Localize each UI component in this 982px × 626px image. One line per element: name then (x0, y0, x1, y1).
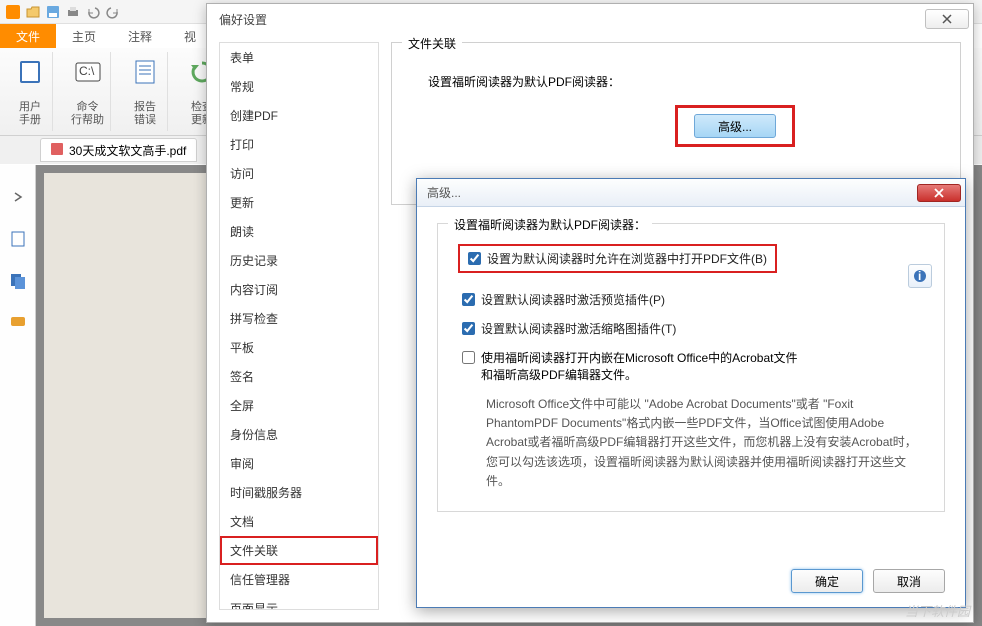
prefs-category-item[interactable]: 文档 (220, 507, 378, 536)
ribbon-cmdhelp[interactable]: C:\ 命令 行帮助 (65, 52, 111, 131)
info-button[interactable]: i (908, 264, 932, 288)
tab-home[interactable]: 主页 (56, 24, 112, 48)
office-embed-checkbox[interactable] (462, 351, 475, 364)
prefs-category-item[interactable]: 信任管理器 (220, 565, 378, 594)
cancel-button[interactable]: 取消 (873, 569, 945, 593)
advanced-title-text: 高级... (427, 184, 461, 201)
report-icon (129, 56, 161, 88)
prefs-category-item[interactable]: 拼写检查 (220, 304, 378, 333)
watermark: 当下软件园 (905, 601, 970, 620)
advanced-button[interactable]: 高级... (694, 114, 776, 138)
prefs-category-item[interactable]: 访问 (220, 159, 378, 188)
close-button[interactable] (925, 9, 969, 29)
bookmark-icon[interactable] (6, 227, 30, 251)
pdf-icon (51, 143, 63, 158)
ribbon-label: 报告 错误 (134, 101, 156, 127)
tab-file[interactable]: 文件 (0, 24, 56, 48)
ribbon-label: 命令 行帮助 (71, 101, 104, 127)
undo-icon[interactable] (84, 3, 102, 21)
ribbon-manual[interactable]: 用户 手册 (8, 52, 53, 131)
print-icon[interactable] (64, 3, 82, 21)
document-tab-label: 30天成文软文高手.pdf (69, 142, 186, 159)
prefs-category-item[interactable]: 页面显示 (220, 594, 378, 610)
advanced-dialog: 高级... 设置福昕阅读器为默认PDF阅读器： i 设置为默认阅读器时允许在浏览… (416, 178, 966, 608)
redo-icon[interactable] (104, 3, 122, 21)
checkbox-label: 设置默认阅读器时激活预览插件(P) (481, 291, 665, 308)
description-text: Microsoft Office文件中可能以 "Adobe Acrobat Do… (486, 395, 928, 491)
pages-icon[interactable] (6, 269, 30, 293)
document-tab[interactable]: 30天成文软文高手.pdf (40, 138, 197, 162)
checkbox-label: 使用福昕阅读器打开内嵌在Microsoft Office中的Acrobat文件 … (481, 349, 798, 383)
prefs-category-item[interactable]: 创建PDF (220, 101, 378, 130)
browser-open-checkbox[interactable] (468, 252, 481, 265)
prefs-category-item[interactable]: 常规 (220, 72, 378, 101)
open-icon[interactable] (24, 3, 42, 21)
preview-plugin-row: 设置默认阅读器时激活预览插件(P) (462, 291, 928, 308)
prefs-category-item[interactable]: 文件关联 (220, 536, 378, 565)
prefs-category-item[interactable]: 朗读 (220, 217, 378, 246)
left-sidebar (0, 165, 36, 626)
ok-button[interactable]: 确定 (791, 569, 863, 593)
browser-open-row: 设置为默认阅读器时允许在浏览器中打开PDF文件(B) (462, 248, 773, 269)
checkbox-label: 设置默认阅读器时激活缩略图插件(T) (481, 320, 676, 337)
prefs-category-item[interactable]: 时间戳服务器 (220, 478, 378, 507)
prefs-category-item[interactable]: 表单 (220, 43, 378, 72)
advanced-titlebar: 高级... (417, 179, 965, 207)
prefs-category-item[interactable]: 打印 (220, 130, 378, 159)
advanced-fieldset: 设置福昕阅读器为默认PDF阅读器： i 设置为默认阅读器时允许在浏览器中打开PD… (437, 223, 945, 512)
preferences-category-list[interactable]: 表单常规创建PDF打印访问更新朗读历史记录内容订阅拼写检查平板签名全屏身份信息审… (219, 42, 379, 610)
tab-annot[interactable]: 注释 (112, 24, 168, 48)
advanced-button-highlight: 高级... (678, 108, 792, 144)
prefs-category-item[interactable]: 签名 (220, 362, 378, 391)
dialog-titlebar: 偏好设置 (207, 4, 973, 34)
prefs-category-item[interactable]: 内容订阅 (220, 275, 378, 304)
ribbon-error[interactable]: 报告 错误 (123, 52, 168, 131)
set-default-label: 设置福昕阅读器为默认PDF阅读器： (428, 73, 620, 90)
terminal-icon: C:\ (72, 56, 104, 88)
svg-text:i: i (918, 269, 921, 283)
book-icon (14, 56, 46, 88)
thumbnail-plugin-row: 设置默认阅读器时激活缩略图插件(T) (462, 320, 928, 337)
app-icon (4, 3, 22, 21)
prefs-category-item[interactable]: 全屏 (220, 391, 378, 420)
comments-icon[interactable] (6, 311, 30, 335)
dialog-title: 偏好设置 (219, 11, 267, 28)
prefs-category-item[interactable]: 平板 (220, 333, 378, 362)
prefs-category-item[interactable]: 身份信息 (220, 420, 378, 449)
preview-plugin-checkbox[interactable] (462, 293, 475, 306)
office-embed-row: 使用福昕阅读器打开内嵌在Microsoft Office中的Acrobat文件 … (462, 349, 928, 383)
prefs-category-item[interactable]: 更新 (220, 188, 378, 217)
fieldset-legend: 文件关联 (402, 35, 462, 52)
close-button[interactable] (917, 184, 961, 202)
chevron-right-icon[interactable] (6, 185, 30, 209)
prefs-category-item[interactable]: 审阅 (220, 449, 378, 478)
checkbox-label: 设置为默认阅读器时允许在浏览器中打开PDF文件(B) (487, 250, 767, 267)
ribbon-label: 用户 手册 (19, 101, 41, 127)
fieldset-legend: 设置福昕阅读器为默认PDF阅读器： (448, 216, 652, 233)
svg-text:C:\: C:\ (79, 64, 95, 78)
thumbnail-plugin-checkbox[interactable] (462, 322, 475, 335)
save-icon[interactable] (44, 3, 62, 21)
prefs-category-item[interactable]: 历史记录 (220, 246, 378, 275)
